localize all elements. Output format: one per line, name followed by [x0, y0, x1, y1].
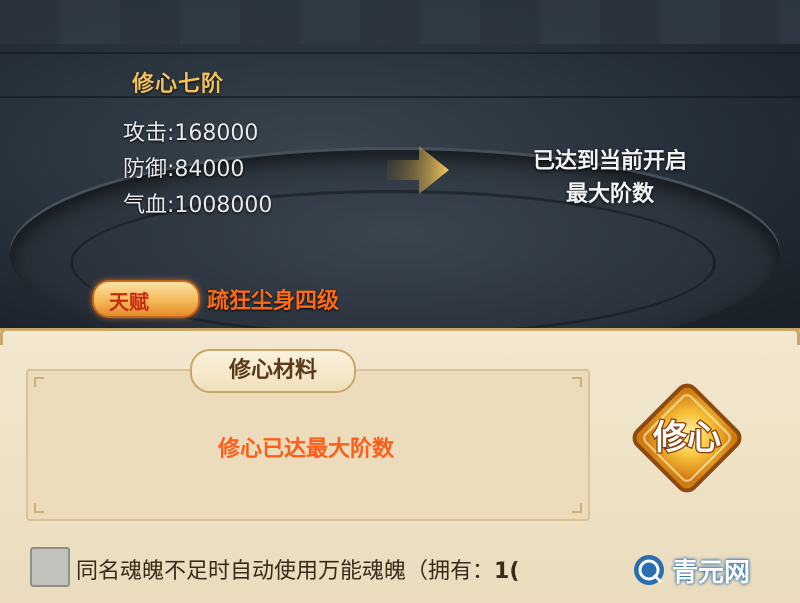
stat-defense-label: 防御: [123, 157, 175, 182]
stat-defense-value: 84000 [174, 157, 245, 182]
auto-use-label: 同名魂魄不足时自动使用万能魂魄（拥有：1( [76, 553, 519, 585]
watermark-text: 青元网 [672, 557, 751, 588]
auto-use-checkbox[interactable] [30, 547, 70, 587]
arrow-right-icon [387, 146, 449, 194]
talent-badge-label: 天赋 [109, 290, 149, 314]
box-corner-deco [572, 503, 582, 513]
talent-badge[interactable]: 天赋 [92, 280, 200, 318]
box-corner-deco [34, 377, 44, 387]
max-stage-notice-line2: 最大阶数 [565, 182, 654, 207]
watermark: 青元网 [632, 550, 750, 590]
panel-corner-ornament [0, 328, 29, 345]
talent-name: 疏狂尘身四级 [207, 289, 340, 314]
max-stage-notice: 已达到当前开启 最大阶数 [480, 145, 740, 211]
stage-title: 修心七阶 [132, 72, 225, 97]
cultivate-button-label: 修心 [652, 418, 721, 458]
stat-attack-value: 168000 [174, 121, 259, 146]
box-corner-deco [572, 377, 582, 387]
cultivate-button[interactable]: 修心 [622, 373, 752, 503]
stat-defense: 防御:84000 [123, 151, 244, 183]
panel-corner-ornament [771, 328, 800, 345]
owned-count: 1( [494, 559, 520, 584]
stat-hp: 气血:1008000 [123, 187, 272, 219]
divider-line [0, 96, 800, 98]
stat-hp-value: 1008000 [174, 193, 273, 218]
auto-use-text: 同名魂魄不足时自动使用万能魂魄（拥有： [76, 559, 495, 584]
materials-max-message: 修心已达最大阶数 [217, 437, 394, 462]
watermark-logo-icon [634, 555, 664, 585]
max-stage-notice-line1: 已达到当前开启 [532, 149, 687, 174]
divider-line [0, 52, 800, 54]
box-corner-deco [34, 503, 44, 513]
top-ornament [0, 0, 800, 44]
stat-hp-label: 气血: [123, 193, 175, 218]
stat-attack-label: 攻击: [123, 121, 175, 146]
cultivate-diamond-icon: 修心 [632, 383, 742, 493]
stat-attack: 攻击:168000 [123, 115, 258, 147]
materials-tab-title: 修心材料 [190, 349, 356, 393]
